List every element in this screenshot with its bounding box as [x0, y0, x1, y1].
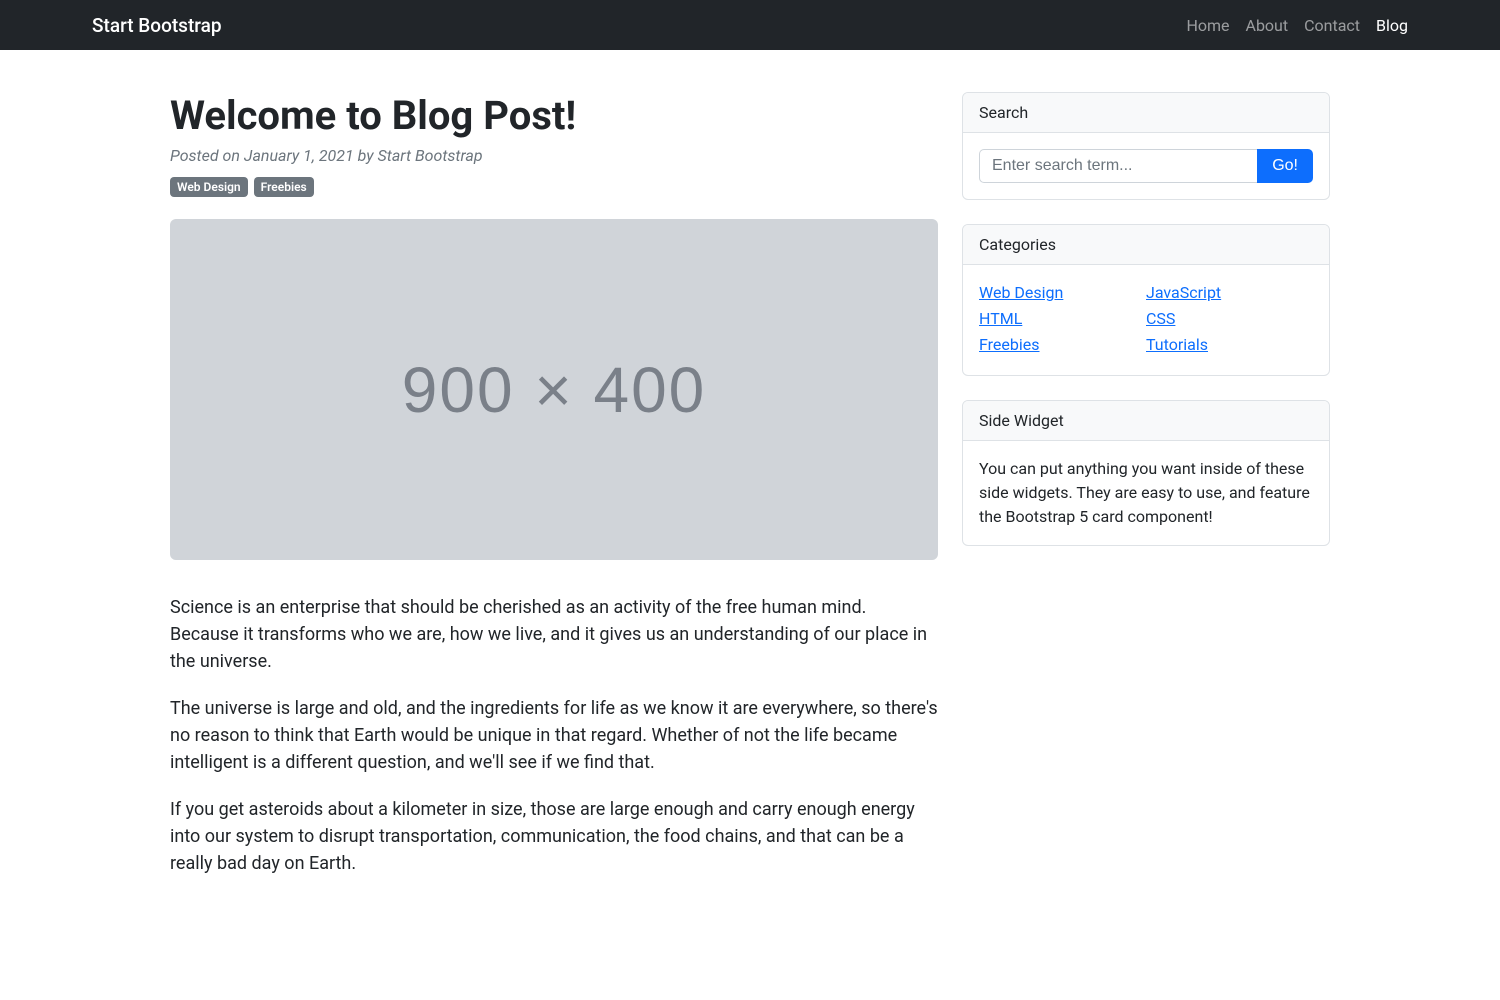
post-meta: Posted on January 1, 2021 by Start Boots…	[170, 146, 938, 165]
tag-badge[interactable]: Freebies	[254, 177, 314, 197]
post-hero-image: 900 × 400	[170, 219, 938, 560]
hero-image-placeholder-text: 900 × 400	[402, 353, 707, 427]
post-body: Science is an enterprise that should be …	[170, 594, 938, 877]
side-widget-body: You can put anything you want inside of …	[963, 441, 1329, 545]
nav-link-about[interactable]: About	[1246, 16, 1289, 35]
nav-link-blog[interactable]: Blog	[1376, 16, 1408, 35]
side-widget-header: Side Widget	[963, 401, 1329, 441]
categories-widget-header: Categories	[963, 225, 1329, 265]
blog-post: Welcome to Blog Post! Posted on January …	[170, 92, 938, 897]
search-widget-body: Go!	[963, 133, 1329, 199]
categories-widget: Categories Web Design HTML Freebies Java…	[962, 224, 1330, 376]
categories-col-2: JavaScript CSS Tutorials	[1146, 281, 1313, 359]
sidebar: Search Go! Categories Web Design HTML Fr…	[962, 92, 1330, 897]
tag-badge[interactable]: Web Design	[170, 177, 248, 197]
search-input[interactable]	[979, 149, 1257, 183]
nav-link-home[interactable]: Home	[1186, 16, 1229, 35]
post-paragraph: If you get asteroids about a kilometer i…	[170, 796, 938, 877]
brand[interactable]: Start Bootstrap	[92, 14, 222, 37]
navbar: Start Bootstrap Home About Contact Blog	[0, 0, 1500, 50]
categories-row: Web Design HTML Freebies JavaScript CSS …	[979, 281, 1313, 359]
post-header: Welcome to Blog Post! Posted on January …	[170, 92, 938, 197]
post-tags: Web Design Freebies	[170, 177, 938, 197]
nav-links: Home About Contact Blog	[1186, 16, 1408, 35]
category-link[interactable]: Web Design	[979, 283, 1063, 302]
search-widget: Search Go!	[962, 92, 1330, 200]
categories-widget-body: Web Design HTML Freebies JavaScript CSS …	[963, 265, 1329, 375]
side-widget: Side Widget You can put anything you wan…	[962, 400, 1330, 546]
category-link[interactable]: HTML	[979, 309, 1022, 328]
post-title: Welcome to Blog Post!	[170, 92, 938, 140]
category-link[interactable]: Freebies	[979, 335, 1040, 354]
category-link[interactable]: Tutorials	[1146, 335, 1208, 354]
post-paragraph: Science is an enterprise that should be …	[170, 594, 938, 675]
category-link[interactable]: CSS	[1146, 309, 1175, 328]
nav-link-contact[interactable]: Contact	[1304, 16, 1360, 35]
categories-col-1: Web Design HTML Freebies	[979, 281, 1146, 359]
search-input-group: Go!	[979, 149, 1313, 183]
post-paragraph: The universe is large and old, and the i…	[170, 695, 938, 776]
search-widget-header: Search	[963, 93, 1329, 133]
search-go-button[interactable]: Go!	[1257, 149, 1313, 183]
main-container: Welcome to Blog Post! Posted on January …	[170, 50, 1330, 897]
category-link[interactable]: JavaScript	[1146, 283, 1221, 302]
